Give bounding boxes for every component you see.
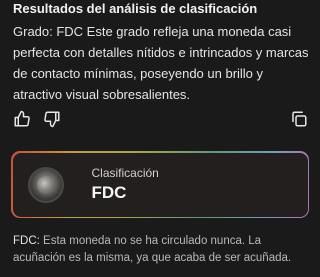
classification-label: Clasificación [91,165,159,180]
footnote-term: FDC: [13,235,40,247]
grade-description: Grado: FDC Este grado refleja una moneda… [13,24,309,102]
classification-card-body: Clasificación FDC [12,152,308,217]
classification-value: FDC [91,182,127,202]
coin-thumbnail [27,166,64,203]
thumb-down-icon[interactable] [43,110,61,128]
thumb-up-icon[interactable] [13,110,31,128]
grade-footnote: FDC: Esta moneda no se ha circulado nunc… [13,233,313,267]
classification-card[interactable]: Clasificación FDC [11,151,309,218]
results-heading: Resultados del análisis de clasificación [13,1,258,16]
feedback-actions [13,110,308,130]
grading-result-panel: Resultados del análisis de clasificación… [0,0,320,277]
footnote-text: Esta moneda no se ha circulado nunca. La… [13,235,292,264]
copy-icon[interactable] [290,110,308,128]
coin-relief [36,175,55,194]
